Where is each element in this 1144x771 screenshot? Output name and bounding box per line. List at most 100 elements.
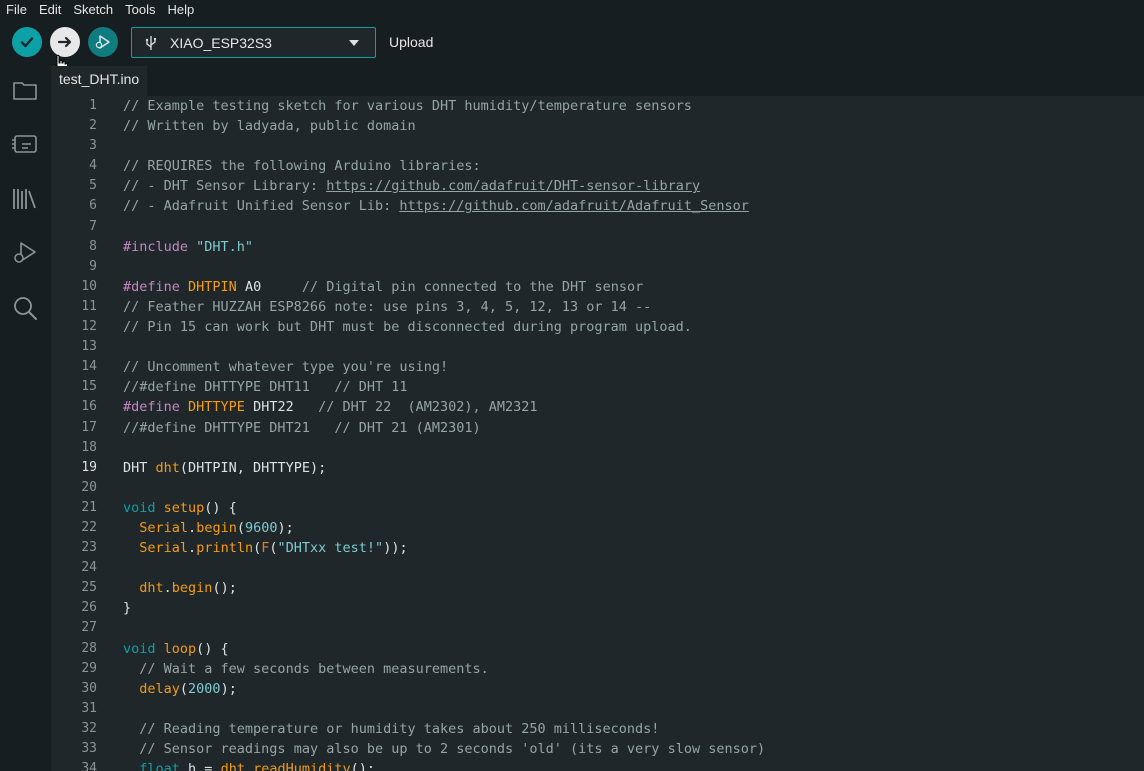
code-token: . bbox=[188, 519, 197, 536]
code-token: . bbox=[244, 761, 254, 771]
code-link[interactable]: https://github.com/adafruit/Adafruit_Sen… bbox=[399, 198, 749, 214]
menu-tools[interactable]: Tools bbox=[119, 0, 161, 20]
line-number: 31 bbox=[81, 700, 97, 716]
board-selector[interactable]: XIAO_ESP32S3 bbox=[131, 27, 376, 58]
code-token: float bbox=[139, 761, 189, 771]
line-number: 4 bbox=[89, 158, 97, 174]
code-line: void loop() { bbox=[123, 639, 765, 659]
line-number: 26 bbox=[81, 600, 97, 616]
code-token: ( bbox=[253, 540, 262, 557]
code-line: delay(2000); bbox=[123, 679, 765, 699]
code-token: ( bbox=[179, 680, 189, 697]
code-line: float h = dht.readHumidity(); bbox=[123, 759, 765, 771]
line-number: 32 bbox=[81, 720, 97, 736]
code-token: dht bbox=[155, 459, 180, 476]
menu-sketch[interactable]: Sketch bbox=[67, 0, 119, 20]
code-token: )); bbox=[383, 540, 408, 557]
code-token: // - Adafruit Unified Sensor Lib: bbox=[123, 198, 400, 215]
code-line: } bbox=[123, 598, 765, 618]
menu-bar: File Edit Sketch Tools Help bbox=[0, 0, 1144, 20]
line-number: 13 bbox=[81, 339, 97, 355]
code-link[interactable]: https://github.com/adafruit/DHT-sensor-l… bbox=[326, 178, 700, 194]
code-token: #include bbox=[123, 238, 197, 255]
line-number: 2 bbox=[89, 118, 97, 134]
code-line: void setup() { bbox=[123, 498, 765, 518]
line-number: 7 bbox=[89, 218, 97, 234]
menu-file[interactable]: File bbox=[0, 0, 33, 20]
debugger-icon[interactable] bbox=[11, 239, 39, 267]
code-area[interactable]: // Example testing sketch for various DH… bbox=[123, 96, 765, 771]
line-number: 3 bbox=[89, 138, 97, 154]
code-token: println bbox=[196, 540, 254, 557]
line-number: 25 bbox=[81, 580, 97, 596]
code-line: // Wait a few seconds between measuremen… bbox=[123, 659, 765, 679]
code-token: // - DHT Sensor Library: bbox=[123, 178, 327, 195]
line-number: 33 bbox=[81, 741, 97, 756]
line-number: 6 bbox=[89, 198, 97, 214]
code-token: (); bbox=[212, 580, 237, 597]
code-token: // Example testing sketch for various DH… bbox=[123, 98, 692, 114]
line-number: 10 bbox=[81, 278, 97, 294]
line-number: 8 bbox=[89, 238, 97, 254]
code-token: setup bbox=[163, 499, 205, 516]
code-token: dht bbox=[220, 761, 245, 771]
library-icon[interactable] bbox=[11, 185, 39, 213]
code-line: // Example testing sketch for various DH… bbox=[123, 96, 765, 116]
code-token: () { bbox=[196, 640, 229, 657]
line-number: 18 bbox=[81, 439, 97, 455]
code-token: h = bbox=[188, 761, 221, 771]
code-token: DHT bbox=[123, 459, 156, 476]
line-number: 5 bbox=[89, 178, 97, 194]
activity-sidebar bbox=[0, 66, 51, 771]
code-token: begin bbox=[171, 580, 213, 597]
line-number: 19 bbox=[81, 459, 97, 475]
code-line: //#define DHTTYPE DHT21 // DHT 21 (AM230… bbox=[123, 418, 765, 438]
line-number: 23 bbox=[81, 540, 97, 556]
code-token: . bbox=[163, 580, 172, 597]
code-token: A0 bbox=[236, 278, 302, 295]
line-number: 14 bbox=[81, 359, 97, 375]
upload-button[interactable] bbox=[50, 27, 80, 57]
line-number: 11 bbox=[81, 298, 97, 314]
code-token: . bbox=[188, 540, 197, 557]
debug-button[interactable] bbox=[88, 27, 118, 57]
code-token: #define bbox=[123, 278, 189, 295]
code-token: void bbox=[123, 499, 164, 516]
menu-edit[interactable]: Edit bbox=[33, 0, 67, 20]
code-editor[interactable]: 1 2 3 4 5 6 7 8 9 10 11 12 13 14 15 16 17 18 19 20 21 22 23 24 2… bbox=[51, 96, 1144, 771]
code-line: #define DHTPIN A0 // Digital pin connect… bbox=[123, 277, 765, 297]
line-number: 24 bbox=[81, 560, 97, 576]
search-icon[interactable] bbox=[11, 294, 39, 322]
line-number: 12 bbox=[81, 319, 97, 335]
code-line: // Written by ladyada, public domain bbox=[123, 116, 765, 136]
code-token: Serial bbox=[139, 519, 189, 536]
verify-button[interactable] bbox=[12, 27, 42, 57]
code-token: delay bbox=[139, 680, 180, 697]
board-manager-icon[interactable] bbox=[11, 130, 39, 158]
tab-file[interactable]: test_DHT.ino bbox=[51, 66, 147, 96]
code-line: // Reading temperature or humidity takes… bbox=[123, 719, 765, 739]
code-line: // Sensor readings may also be up to 2 s… bbox=[123, 739, 765, 759]
code-token: (); bbox=[350, 761, 376, 771]
code-token: //#define DHTTYPE DHT11 // DHT 11 bbox=[123, 379, 408, 396]
folder-icon[interactable] bbox=[11, 76, 39, 104]
toolbar: XIAO_ESP32S3 Upload bbox=[0, 20, 1144, 75]
code-token: readHumidity bbox=[253, 761, 351, 771]
menu-help[interactable]: Help bbox=[161, 0, 200, 20]
usb-icon bbox=[145, 35, 156, 50]
code-token: "DHT.h" bbox=[196, 238, 254, 255]
board-name: XIAO_ESP32S3 bbox=[170, 34, 272, 51]
line-number: 16 bbox=[81, 399, 97, 415]
code-line: // REQUIRES the following Arduino librar… bbox=[123, 156, 765, 176]
code-token: ); bbox=[220, 680, 237, 697]
code-line: // - Adafruit Unified Sensor Lib: https:… bbox=[123, 196, 765, 216]
line-number: 21 bbox=[81, 499, 97, 515]
code-line: DHT dht(DHTPIN, DHTTYPE); bbox=[123, 458, 765, 478]
